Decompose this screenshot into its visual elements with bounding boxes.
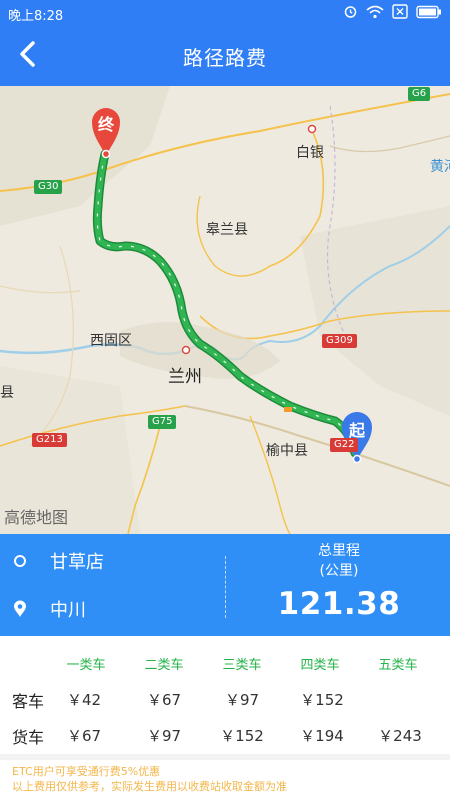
map-label-gaolan: 皋兰县	[206, 222, 248, 238]
wifi-icon	[366, 5, 384, 23]
route-summary: 甘草店 中川 总里程 (公里) 121.38	[0, 534, 450, 636]
sim-off-icon	[392, 4, 408, 23]
fee-row-label: 货车	[12, 728, 45, 747]
summary-divider	[225, 556, 226, 618]
road-badge-g22: G22	[330, 438, 359, 452]
location-pin-icon	[10, 599, 30, 619]
destination-name: 中川	[50, 600, 86, 621]
end-marker[interactable]: 终	[90, 104, 122, 160]
section-separator	[0, 754, 450, 760]
fee-value: ￥152	[300, 691, 344, 709]
fee-value: ￥152	[220, 727, 264, 745]
fee-value: ￥67	[146, 691, 182, 709]
fee-col-header: 二类车	[144, 658, 184, 673]
map-label-baiyin: 白银	[296, 145, 324, 161]
fee-value: ￥67	[66, 727, 102, 745]
distance-label: 总里程 (公里)	[234, 542, 444, 580]
road-badge-g30: G30	[34, 180, 63, 194]
fee-row-label: 客车	[12, 692, 45, 711]
fee-value: ￥194	[300, 727, 344, 745]
fee-col-header: 五类车	[378, 658, 418, 673]
distance-value: 121.38	[277, 586, 401, 622]
map-label-yuzhong: 榆中县	[266, 443, 308, 459]
page-title: 路径路费	[183, 46, 267, 70]
origin-dot-icon	[10, 551, 30, 571]
map-label-huang: 黄河	[430, 159, 450, 175]
fee-col-header: 三类车	[222, 658, 262, 673]
header: 路径路费	[0, 26, 450, 86]
fee-value: ￥97	[224, 691, 260, 709]
distance-label-line1: 总里程	[318, 543, 360, 559]
road-badge-g213: G213	[32, 433, 67, 447]
fee-col-header: 一类车	[66, 658, 106, 673]
status-time: 晚上8:28	[8, 9, 64, 24]
fee-col-header: 四类车	[300, 658, 340, 673]
origin-name: 甘草店	[50, 552, 104, 573]
road-badge-g6: G6	[408, 87, 431, 101]
status-icons	[343, 4, 442, 23]
fee-value: ￥97	[146, 727, 182, 745]
status-bar: 晚上8:28	[0, 0, 450, 26]
map-logo: 高德地图	[4, 508, 69, 527]
disclaimer-note: 以上费用仅供参考，实际发生费用以收费站收取金额为准	[12, 780, 287, 793]
route-map[interactable]: 终 起 白银 黄河 皋兰县 西固区 兰州 榆中县 县 G6 G30 G309 G…	[0, 86, 450, 534]
fee-value: ￥42	[66, 691, 102, 709]
fee-value: ￥243	[378, 727, 422, 745]
map-label-lanzhou: 兰州	[168, 367, 202, 387]
etc-discount-note: ETC用户可享受通行费5%优惠	[12, 765, 161, 778]
destination-row: 中川	[10, 596, 86, 622]
origin-row: 甘草店	[10, 548, 104, 574]
fee-notes: ETC用户可享受通行费5%优惠 以上费用仅供参考，实际发生费用以收费站收取金额为…	[12, 764, 287, 794]
end-marker-label: 终	[97, 115, 114, 134]
road-badge-g309: G309	[322, 334, 357, 348]
battery-icon	[416, 5, 442, 23]
fee-table: 一类车 二类车 三类车 四类车 五类车 客车 ￥42 ￥67 ￥97 ￥152 …	[0, 636, 450, 754]
alarm-icon	[343, 4, 358, 23]
map-label-xian: 县	[0, 385, 14, 401]
distance-label-line2: (公里)	[319, 563, 359, 579]
map-canvas	[0, 86, 450, 534]
map-label-xigu: 西固区	[90, 333, 132, 349]
road-badge-g75: G75	[148, 415, 177, 429]
